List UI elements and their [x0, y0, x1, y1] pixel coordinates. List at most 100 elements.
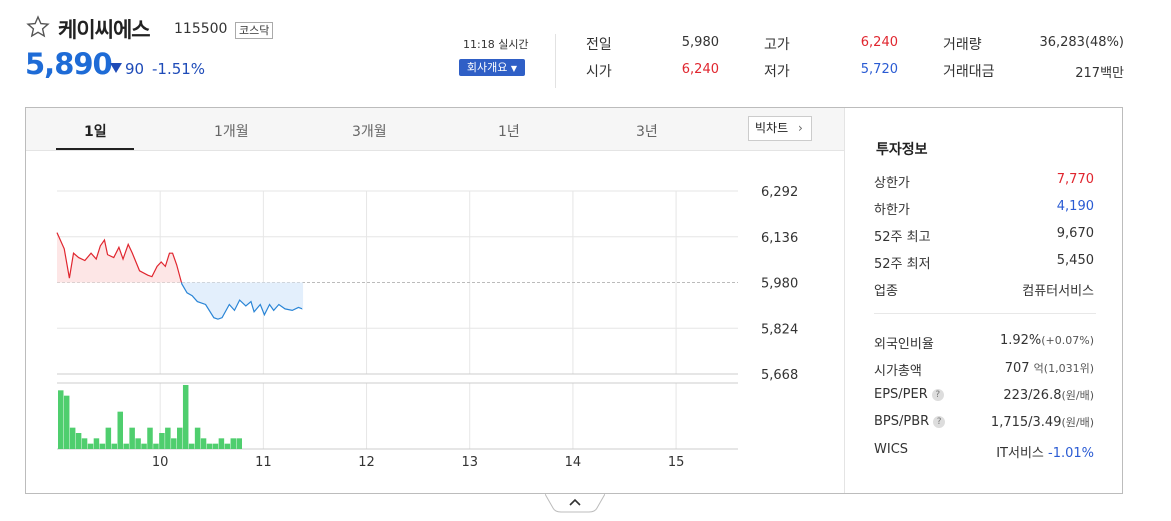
period-tabs	[26, 108, 844, 151]
volume-bar	[141, 443, 147, 449]
invest-divider	[874, 313, 1096, 314]
volume-bar	[177, 427, 183, 449]
invest-value-52w-high: 9,670	[1056, 226, 1094, 241]
invest-value-foreign-ratio: 1.92%(+0.07%)	[999, 333, 1094, 348]
volume-bar	[75, 433, 82, 449]
collapse-toggle[interactable]	[545, 494, 605, 514]
quote-label-prev-close: 전일	[586, 37, 612, 53]
price-area-down	[181, 282, 303, 320]
y-tick-label: 5,824	[761, 322, 798, 337]
volume-bar	[123, 443, 129, 449]
invest-label-wics: WICS	[874, 442, 909, 457]
company-overview-button[interactable]: 회사개요 ▼	[459, 59, 525, 76]
invest-value-market-cap: 707 억(1,031위)	[1004, 361, 1094, 376]
volume-bar	[63, 395, 70, 449]
current-price: 5,890	[25, 47, 113, 81]
volume-bar	[159, 433, 165, 449]
quote-value-prev-close: 5,980	[681, 35, 719, 50]
realtime-label: 11:18 실시간	[463, 38, 529, 51]
price-area-up	[57, 232, 182, 283]
market-badge: 코스닥	[235, 22, 274, 39]
price-change-percent: -1.51%	[152, 60, 206, 78]
active-tab-underline	[56, 148, 134, 150]
invest-value-bps-pbr: 1,715/3.49(원/배)	[990, 415, 1094, 430]
invest-value-lower-limit: 4,190	[1056, 199, 1094, 214]
invest-label-eps-per: EPS/PER?	[874, 387, 944, 402]
quote-value-high: 6,240	[860, 35, 898, 50]
invest-label-foreign-ratio: 외국인비율	[874, 337, 934, 352]
y-tick-label: 6,292	[761, 185, 798, 200]
big-chart-label: 빅차트	[755, 121, 789, 135]
volume-bar	[69, 427, 76, 449]
volume-bar	[171, 438, 177, 449]
volume-bar	[87, 443, 94, 449]
volume-bar	[236, 438, 242, 449]
tab-3month[interactable]: 3개월	[352, 121, 387, 141]
volume-bar	[224, 443, 231, 449]
volume-bar	[188, 443, 195, 449]
big-chart-button[interactable]: 빅차트 ›	[748, 116, 812, 141]
tab-1month[interactable]: 1개월	[214, 121, 249, 141]
quote-label-trade-amount: 거래대금	[943, 64, 995, 80]
y-tick-label: 6,136	[761, 231, 798, 246]
volume-bar	[111, 443, 118, 449]
invest-label-sector: 업종	[874, 284, 898, 299]
caret-down-icon: ▼	[510, 64, 518, 73]
volume-bar	[147, 427, 153, 449]
volume-bar	[81, 438, 88, 449]
invest-value-eps-per: 223/26.8(원/배)	[1003, 388, 1094, 403]
invest-label-52w-low: 52주 최저	[874, 257, 931, 272]
x-tick-label: 13	[461, 455, 478, 470]
volume-bar	[200, 438, 207, 449]
x-tick-label: 11	[255, 455, 272, 470]
stock-code: 115500	[174, 21, 228, 37]
quote-value-trade-amount: 217백만	[1075, 66, 1124, 81]
quote-label-open: 시가	[586, 64, 612, 80]
x-tick-label: 14	[565, 455, 582, 470]
price-change: 90	[125, 60, 145, 78]
chevron-right-icon: ›	[797, 121, 803, 135]
down-triangle-icon	[110, 63, 122, 73]
tab-1year[interactable]: 1년	[498, 121, 520, 141]
invest-label-bps-pbr: BPS/PBR?	[874, 414, 946, 429]
volume-bar	[206, 443, 213, 449]
favorite-star-icon[interactable]	[26, 15, 50, 39]
volume-bar	[93, 438, 100, 449]
invest-label-52w-high: 52주 최고	[874, 230, 931, 245]
x-tick-label: 10	[152, 455, 169, 470]
quote-value-open: 6,240	[681, 62, 719, 77]
volume-bar	[153, 443, 159, 449]
quote-value-low: 5,720	[860, 62, 898, 77]
invest-value-sector[interactable]: 컴퓨터서비스	[1022, 280, 1094, 299]
volume-bar	[194, 427, 201, 449]
help-icon[interactable]: ?	[931, 388, 944, 401]
quote-label-high: 고가	[764, 37, 790, 53]
tab-3year[interactable]: 3년	[636, 121, 658, 141]
volume-bar	[117, 411, 123, 449]
header-divider	[555, 34, 556, 88]
quote-value-volume: 36,283(48%)	[1039, 35, 1124, 50]
tab-1day[interactable]: 1일	[84, 121, 107, 141]
intraday-chart[interactable]: 6,292 6,136 5,980 5,824 5,668 10 11 12 13 14 15	[26, 151, 844, 493]
volume-bar	[230, 438, 237, 449]
volume-bar	[135, 438, 141, 449]
volume-bar	[58, 390, 64, 449]
invest-info-title: 투자정보	[876, 142, 928, 158]
quote-label-volume: 거래량	[943, 37, 982, 53]
volume-bar	[182, 385, 189, 449]
y-tick-label: 5,980	[761, 277, 798, 292]
help-icon[interactable]: ?	[933, 415, 946, 428]
invest-label-upper-limit: 상한가	[874, 176, 910, 191]
volume-bar	[129, 427, 135, 449]
y-tick-label: 5,668	[761, 368, 798, 383]
invest-value-52w-low: 5,450	[1056, 253, 1094, 268]
invest-value-upper-limit: 7,770	[1056, 172, 1094, 187]
info-panel-divider	[844, 108, 845, 493]
volume-bar	[218, 438, 225, 449]
company-overview-label: 회사개요	[466, 61, 508, 74]
invest-value-wics[interactable]: IT서비스 -1.01%	[996, 442, 1094, 461]
stock-name[interactable]: 케이씨에스	[58, 14, 151, 44]
volume-bar	[105, 427, 112, 449]
volume-bar	[165, 427, 171, 449]
invest-label-market-cap: 시가총액	[874, 364, 922, 379]
